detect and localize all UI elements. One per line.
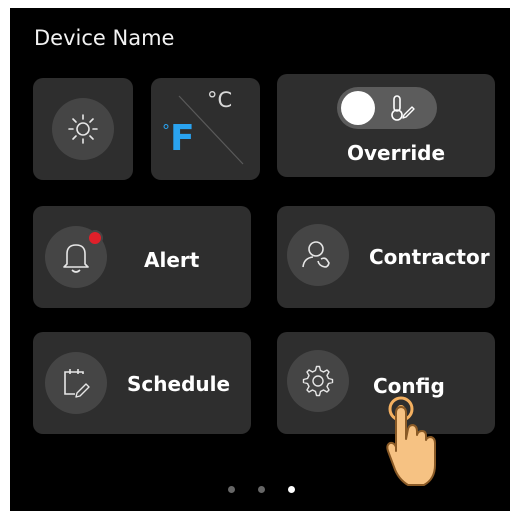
schedule-tile[interactable]: Schedule [33,332,251,434]
contractor-tile[interactable]: Contractor [277,206,495,308]
contractor-label: Contractor [369,245,490,269]
page-dot-1[interactable] [228,486,235,493]
bell-alert-icon [45,226,107,288]
page-dot-3[interactable] [288,486,295,493]
thermometer-edit-icon [391,95,415,121]
fahrenheit-label: °F [162,118,195,159]
alert-notification-dot [89,232,101,244]
alert-label: Alert [144,248,200,272]
brightness-icon [52,98,114,160]
tap-hand-icon [386,396,436,486]
schedule-label: Schedule [127,372,231,396]
page-title: Device Name [34,26,175,50]
override-label: Override [347,141,446,165]
toggle-knob [341,91,375,125]
device-screen: Device Name °C °F Override Alert Contrac… [10,8,510,511]
alert-tile[interactable]: Alert [33,206,251,308]
page-dot-2[interactable] [258,486,265,493]
brightness-tile[interactable] [33,78,133,180]
unit-toggle-tile[interactable]: °C °F [151,78,260,180]
override-tile[interactable]: Override [277,74,495,177]
override-toggle[interactable] [337,87,437,129]
calendar-edit-icon [45,352,107,414]
celsius-label: °C [207,88,233,112]
contractor-phone-icon [287,224,349,286]
gear-icon [287,350,349,412]
